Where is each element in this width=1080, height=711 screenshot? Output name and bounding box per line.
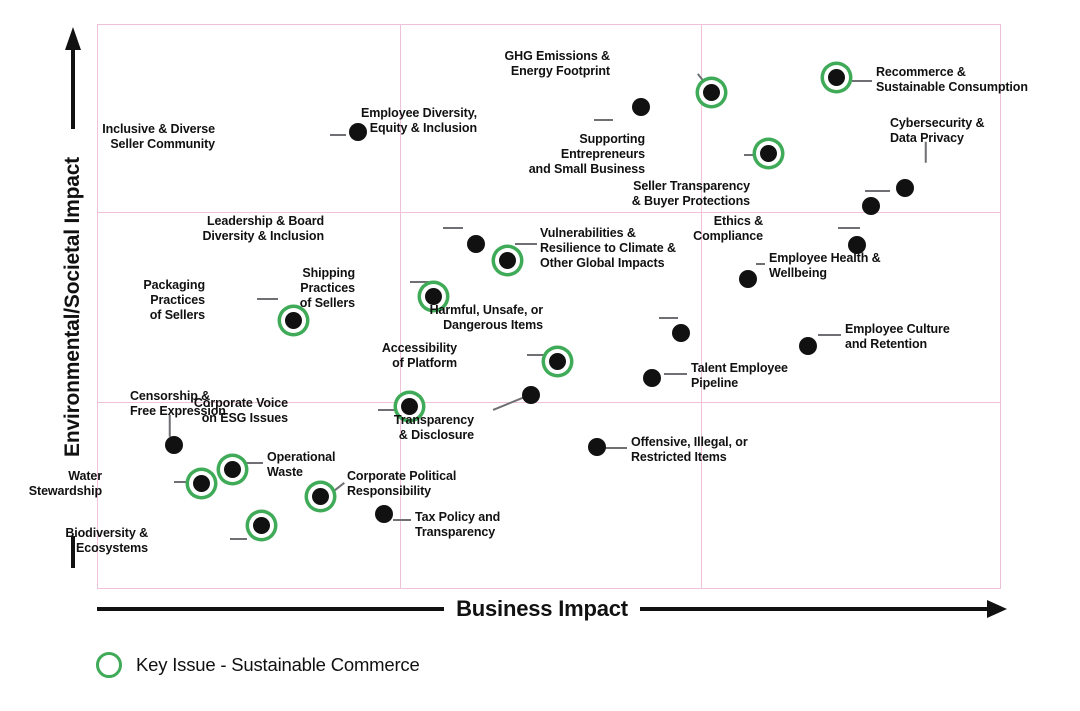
data-point-label: Tax Policy and Transparency: [415, 510, 501, 539]
leader-line: [756, 263, 765, 265]
data-point-label: Water Stewardship: [28, 469, 102, 498]
data-point-label: Employee Culture and Retention: [845, 322, 950, 351]
leader-line: [527, 354, 547, 356]
legend: Key Issue - Sustainable Commerce: [96, 652, 420, 678]
data-point[interactable]: [632, 98, 651, 117]
data-point-label: Accessibility of Platform: [381, 341, 457, 370]
data-point[interactable]: [374, 504, 393, 523]
data-point-label: Cybersecurity & Data Privacy: [890, 116, 985, 145]
data-point-key-issue[interactable]: [703, 84, 721, 102]
leader-line: [603, 447, 627, 449]
leader-line: [378, 409, 397, 411]
data-point-key-issue[interactable]: [253, 516, 271, 534]
leader-line: [852, 80, 872, 82]
data-point[interactable]: [896, 178, 915, 197]
leader-line: [865, 190, 890, 192]
leader-line: [818, 334, 841, 336]
data-point-label: Transparency & Disclosure: [393, 413, 474, 442]
x-axis-arrow-icon: [987, 600, 1007, 618]
leader-line: [329, 482, 345, 495]
data-point-label: Operational Waste: [267, 450, 336, 479]
data-point-label: Supporting Entrepreneurs and Small Busin…: [528, 132, 645, 176]
data-point-label: Harmful, Unsafe, or Dangerous Items: [429, 303, 544, 332]
legend-label: Key Issue - Sustainable Commerce: [136, 654, 420, 675]
leader-line: [243, 462, 263, 464]
data-point-key-issue[interactable]: [284, 311, 302, 329]
key-issue-ring-icon: [96, 652, 122, 678]
x-axis-label: Business Impact: [456, 596, 628, 621]
data-point-label: Ethics & Compliance: [693, 214, 763, 243]
leader-line: [393, 519, 411, 521]
leader-line: [664, 373, 687, 375]
leader-line: [230, 538, 247, 540]
data-point-label: Offensive, Illegal, or Restricted Items: [631, 435, 748, 464]
data-point[interactable]: [164, 436, 183, 455]
data-point-label: Inclusive & Diverse Seller Community: [102, 122, 215, 151]
data-point[interactable]: [466, 234, 485, 253]
data-point[interactable]: [643, 369, 662, 388]
data-point-label: Talent Employee Pipeline: [691, 361, 788, 390]
data-point-label: GHG Emissions & Energy Footprint: [504, 49, 611, 78]
data-point-label: Vulnerabilities & Resilience to Climate …: [540, 226, 676, 270]
data-point[interactable]: [587, 438, 606, 457]
leader-line: [330, 134, 346, 136]
leader-line: [744, 154, 758, 156]
data-point-key-issue[interactable]: [760, 145, 778, 163]
x-axis: Business Impact: [97, 592, 1007, 626]
data-point[interactable]: [521, 386, 540, 405]
leader-line: [594, 119, 613, 121]
data-point[interactable]: [671, 324, 690, 343]
data-point-label: Biodiversity & Ecosystems: [65, 526, 148, 555]
materiality-matrix-chart: Environmental/Societal Impact Inclusive …: [0, 0, 1080, 711]
x-axis-rule-right: [639, 607, 987, 611]
data-point-label: Corporate Political Responsibility: [347, 469, 457, 498]
leader-line: [257, 298, 278, 300]
data-point-key-issue[interactable]: [827, 68, 845, 86]
data-point[interactable]: [861, 196, 880, 215]
data-point[interactable]: [738, 269, 757, 288]
data-point-label: Packaging Practices of Sellers: [143, 278, 205, 322]
data-point-key-issue[interactable]: [311, 487, 329, 505]
data-point-key-issue[interactable]: [193, 475, 211, 493]
data-point-label: Recommerce & Sustainable Consumption: [876, 65, 1028, 94]
leader-line: [515, 243, 537, 245]
x-axis-rule-left: [97, 607, 445, 611]
data-point[interactable]: [799, 337, 818, 356]
leader-line: [174, 481, 188, 483]
data-point-label: Seller Transparency & Buyer Protections: [631, 179, 750, 208]
leader-line: [410, 281, 429, 283]
data-point-label: Censorship & Free Expression: [130, 389, 226, 418]
data-point-label: Leadership & Board Diversity & Inclusion: [202, 214, 324, 243]
leader-line: [443, 227, 463, 229]
leader-line: [659, 317, 678, 319]
data-point-label: Employee Health & Wellbeing: [769, 251, 881, 280]
data-point-label: Employee Diversity, Equity & Inclusion: [361, 106, 477, 135]
data-point-key-issue[interactable]: [224, 461, 242, 479]
data-point-key-issue[interactable]: [498, 252, 516, 270]
data-point-label: Shipping Practices of Sellers: [299, 266, 355, 310]
leader-line: [838, 227, 860, 229]
data-point-key-issue[interactable]: [548, 353, 566, 371]
